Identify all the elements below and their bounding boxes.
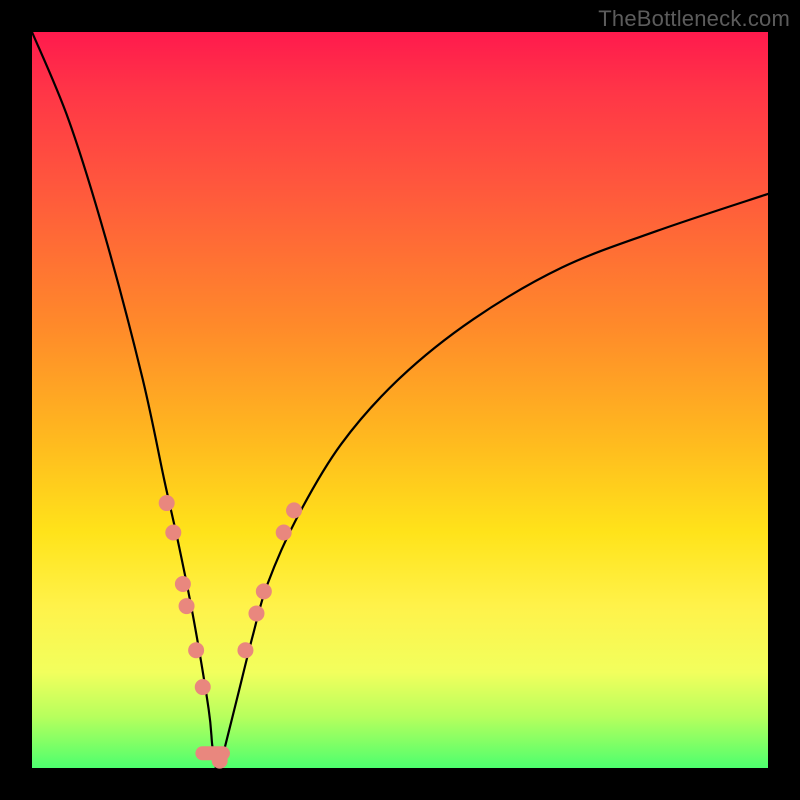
chart-frame: TheBottleneck.com <box>0 0 800 800</box>
marker-dot <box>248 605 264 621</box>
marker-dot <box>256 583 272 599</box>
marker-dot <box>237 642 253 658</box>
marker-dot <box>195 679 211 695</box>
marker-layer <box>32 32 768 768</box>
marker-dot <box>165 524 181 540</box>
marker-dot <box>276 524 292 540</box>
marker-dot <box>212 753 228 769</box>
marker-dot <box>159 495 175 511</box>
plot-area <box>32 32 768 768</box>
marker-dot <box>179 598 195 614</box>
marker-dot <box>188 642 204 658</box>
marker-dot <box>286 502 302 518</box>
marker-dot <box>175 576 191 592</box>
watermark-text: TheBottleneck.com <box>598 6 790 32</box>
